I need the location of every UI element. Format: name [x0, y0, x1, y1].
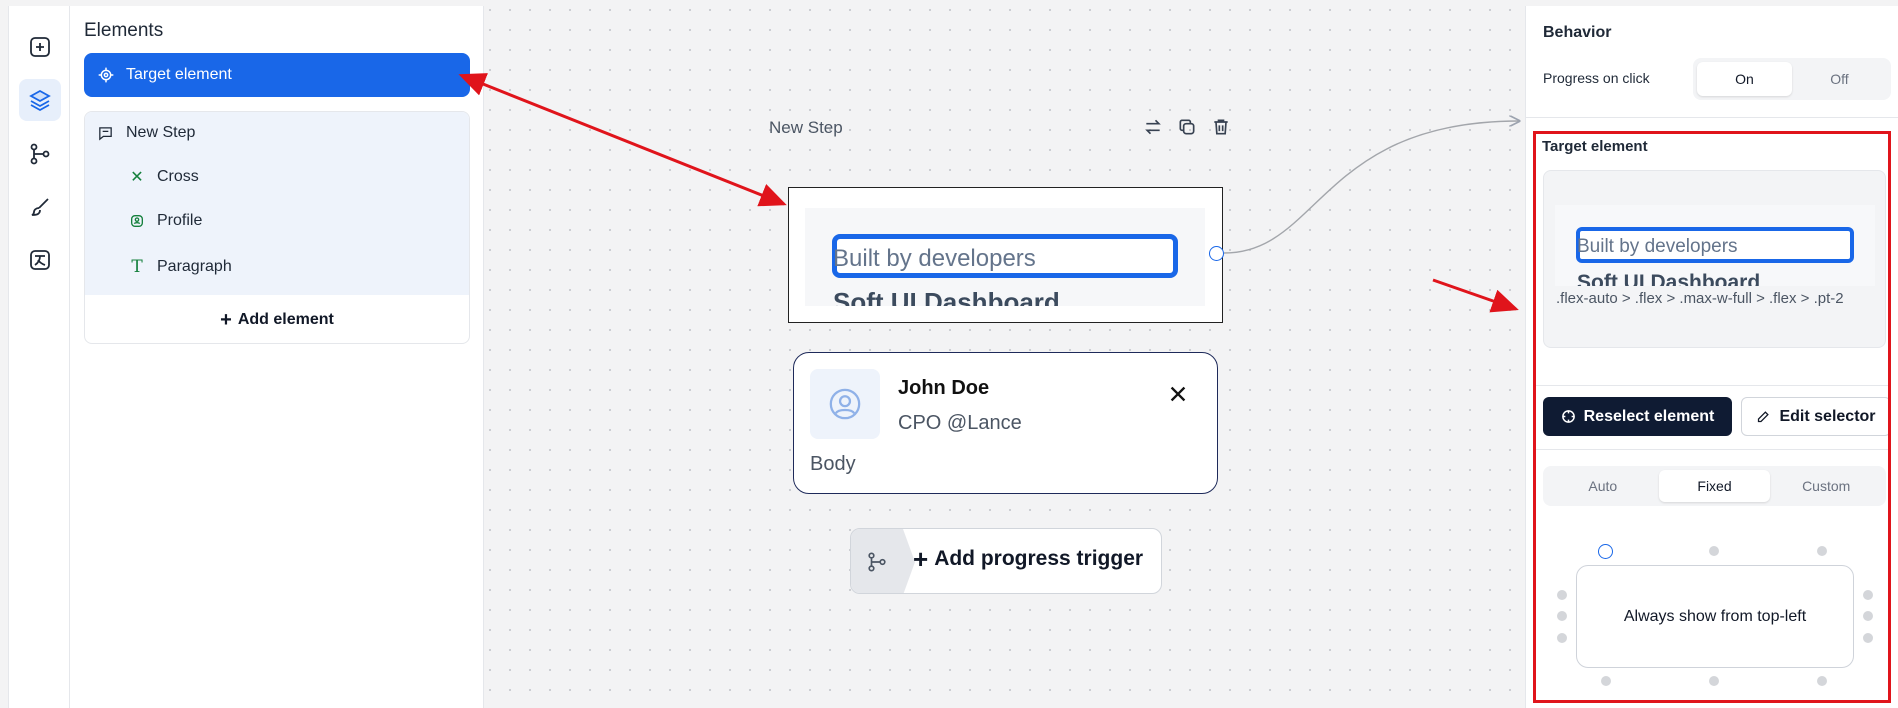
tree-item-profile[interactable]: Profile: [129, 212, 202, 230]
tree-item-label: Paragraph: [157, 258, 232, 275]
node-toolbar: [1143, 117, 1231, 137]
plus-square-icon: [30, 37, 50, 57]
elements-panel: Elements Target element New Step ✕ Cross…: [70, 6, 484, 708]
annotation-highlight-box: [1533, 131, 1891, 703]
step-card[interactable]: John Doe CPO @Lance Body: [793, 352, 1218, 494]
profile-icon: [131, 215, 143, 227]
target-preview-image: Built by developers Soft UI Dashboard: [805, 208, 1205, 306]
duplicate-icon[interactable]: [1177, 117, 1197, 137]
user-circle-icon: [829, 388, 861, 420]
branch-icon: [30, 143, 50, 165]
trigger-label: Add progress trigger: [934, 547, 1144, 570]
avatar: [810, 369, 880, 439]
tree-item-label: Cross: [157, 168, 199, 185]
style-button[interactable]: [19, 186, 61, 228]
card-role: CPO @Lance: [898, 412, 1022, 434]
layers-icon: [29, 89, 51, 112]
step-tree: New Step ✕ Cross Profile T Paragraph + A…: [84, 111, 470, 344]
progress-toggle: On Off: [1693, 58, 1891, 100]
branch-icon: [868, 552, 886, 572]
swap-icon[interactable]: [1143, 117, 1163, 137]
card-name: John Doe: [898, 377, 990, 399]
plus-icon: +: [913, 544, 929, 574]
translate-button[interactable]: [19, 239, 61, 281]
behavior-heading: Behavior: [1543, 24, 1612, 41]
trigger-icon-area: [851, 529, 903, 593]
preview-text-line1: Built by developers: [833, 245, 1036, 272]
card-body: Body: [810, 453, 856, 475]
tree-item-label: Profile: [157, 212, 203, 229]
node-title: New Step: [769, 118, 843, 137]
progress-label: Progress on click: [1543, 70, 1650, 86]
add-step-button[interactable]: [19, 26, 61, 68]
trigger-label-group: + Add progress trigger: [913, 544, 1144, 574]
chat-bubble-icon: [99, 126, 112, 140]
target-element-item[interactable]: Target element: [84, 53, 470, 97]
left-rail: [8, 6, 70, 708]
connector-handle[interactable]: [1209, 246, 1224, 261]
step-label: New Step: [126, 124, 196, 141]
target-element-label: Target element: [126, 66, 232, 83]
trash-icon[interactable]: [1211, 117, 1231, 137]
add-element-button[interactable]: + Add element: [85, 295, 469, 343]
section-divider: [1526, 117, 1898, 118]
tree-item-cross[interactable]: ✕ Cross: [129, 167, 199, 187]
brush-icon: [31, 198, 49, 216]
target-icon: [98, 67, 114, 83]
preview-text-line2: Soft UI Dashboard: [833, 287, 1060, 306]
layers-button[interactable]: [19, 79, 61, 121]
text-icon: T: [131, 257, 143, 277]
add-progress-trigger-button[interactable]: + Add progress trigger: [850, 528, 1162, 594]
plus-icon: +: [220, 308, 232, 331]
progress-on-option[interactable]: On: [1697, 62, 1792, 96]
close-icon[interactable]: [1167, 383, 1189, 405]
add-element-label: Add element: [237, 311, 334, 328]
target-preview-node[interactable]: Built by developers Soft UI Dashboard: [788, 187, 1223, 323]
step-item[interactable]: New Step: [97, 124, 195, 142]
flow-button[interactable]: [19, 133, 61, 175]
translate-icon: [30, 250, 50, 270]
tree-item-paragraph[interactable]: T Paragraph: [129, 257, 232, 277]
panel-title: Elements: [84, 20, 164, 41]
x-icon: ✕: [130, 169, 144, 186]
progress-off-option[interactable]: Off: [1792, 62, 1887, 96]
